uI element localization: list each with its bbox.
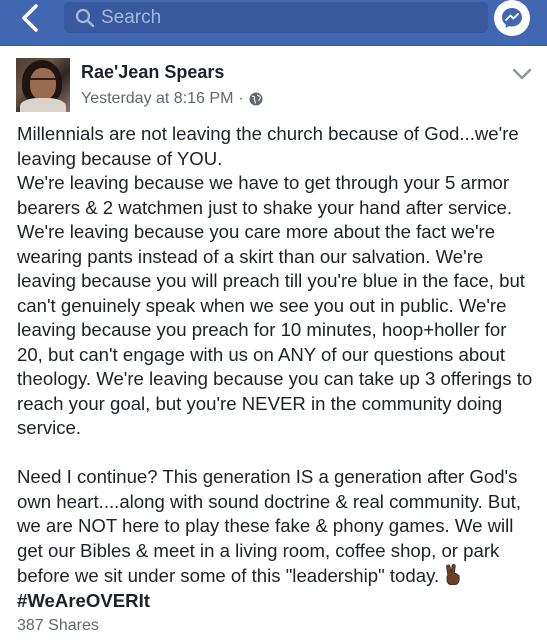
post-paragraph-2: Need I continue? This generation IS a ge… bbox=[17, 465, 537, 589]
messenger-icon bbox=[502, 8, 522, 28]
search-input[interactable] bbox=[101, 4, 471, 31]
post-meta: Yesterday at 8:16 PM · bbox=[81, 90, 263, 108]
meta-separator: · bbox=[238, 90, 244, 107]
chevron-down-icon[interactable] bbox=[510, 66, 534, 82]
post-body: Millennials are not leaving the church b… bbox=[17, 122, 537, 613]
avatar[interactable] bbox=[16, 58, 70, 112]
globe-icon bbox=[249, 92, 263, 106]
messenger-button[interactable] bbox=[494, 0, 530, 36]
chevron-left-icon bbox=[22, 4, 38, 32]
search-icon bbox=[75, 8, 95, 28]
victory-hand-icon bbox=[446, 564, 460, 585]
top-navigation-bar bbox=[0, 0, 547, 46]
search-bar[interactable] bbox=[64, 2, 488, 33]
shares-count[interactable]: 387 Shares bbox=[17, 617, 99, 635]
back-button[interactable] bbox=[10, 3, 50, 43]
post-header: Rae'Jean Spears Yesterday at 8:16 PM · bbox=[0, 46, 547, 118]
author-name[interactable]: Rae'Jean Spears bbox=[81, 62, 224, 83]
hashtag-link[interactable]: #WeAreOVERIt bbox=[17, 589, 537, 614]
post-timestamp[interactable]: Yesterday at 8:16 PM bbox=[81, 90, 233, 108]
post-paragraph-1: Millennials are not leaving the church b… bbox=[17, 123, 533, 438]
